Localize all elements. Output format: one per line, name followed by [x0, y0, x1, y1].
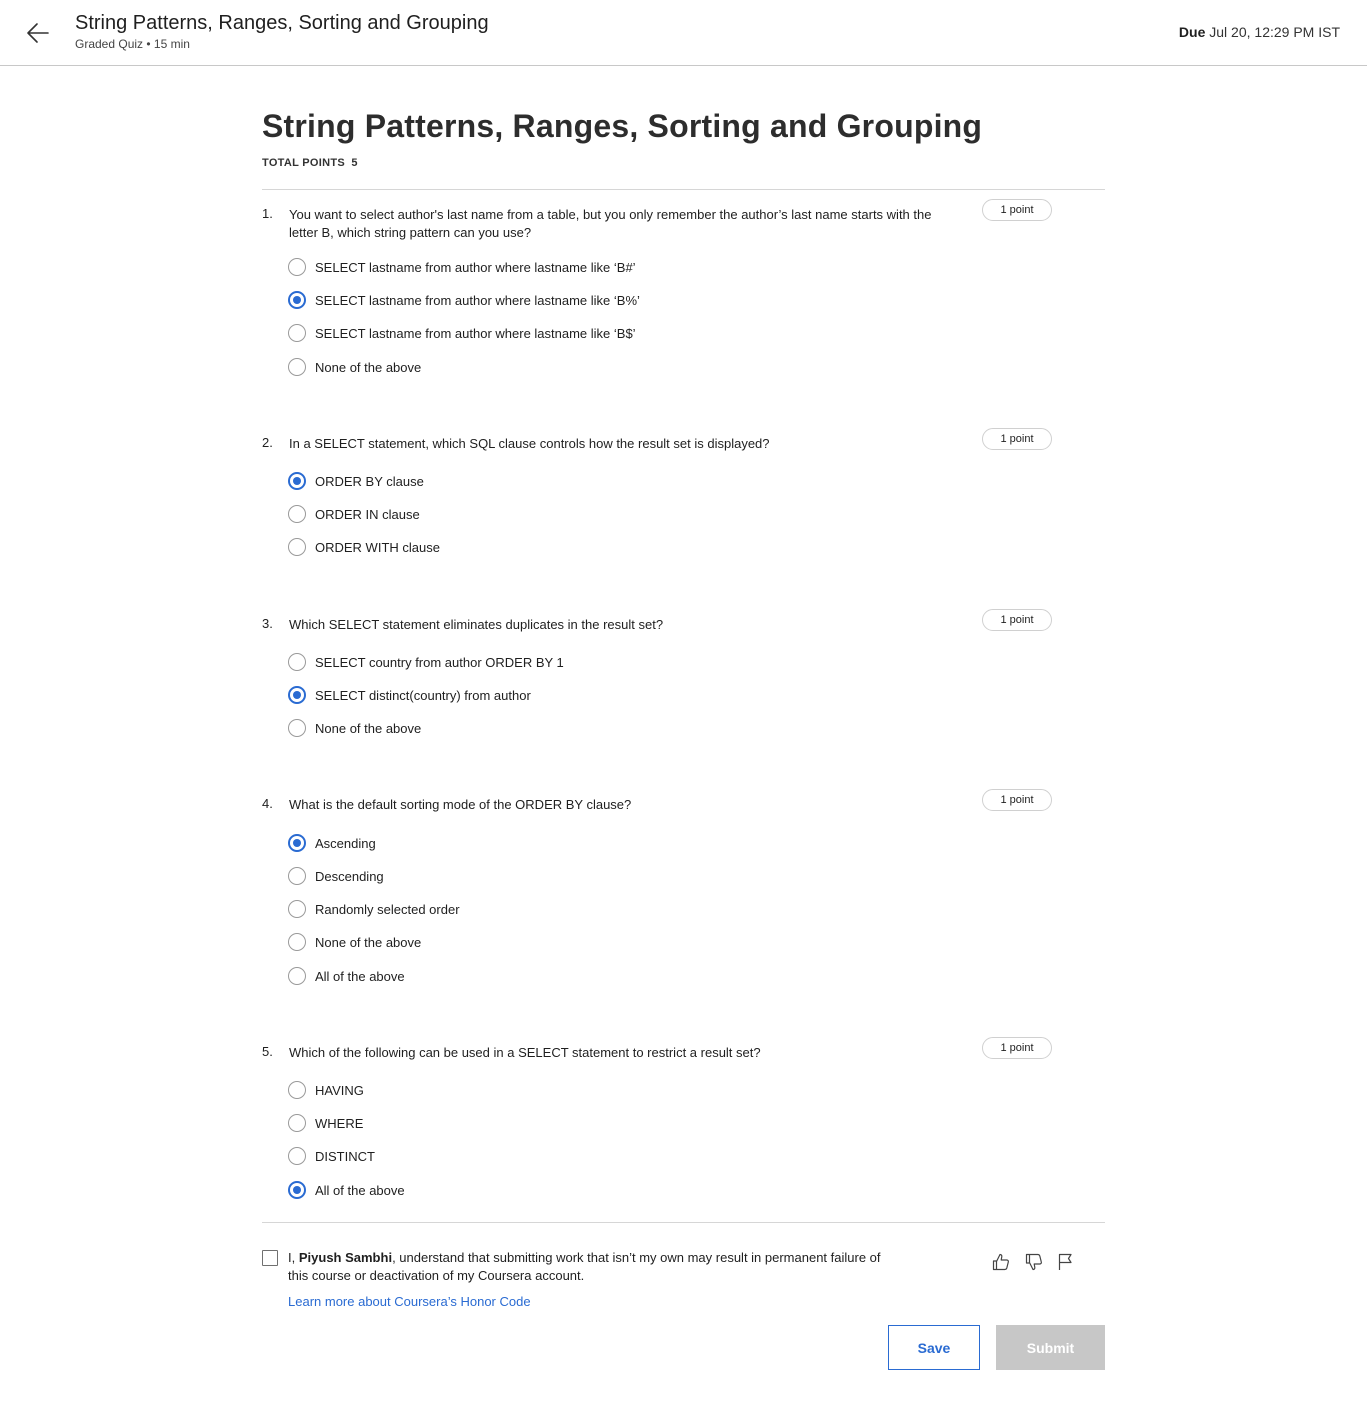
answer-option[interactable]: All of the above: [288, 966, 405, 986]
radio-button[interactable]: [288, 291, 306, 309]
option-label: SELECT lastname from author where lastna…: [315, 259, 636, 275]
question-text: Which of the following can be used in a …: [289, 1045, 761, 1060]
question-number: 1.: [262, 206, 273, 221]
divider: [262, 189, 1105, 190]
radio-button[interactable]: [288, 1147, 306, 1165]
honor-code-statement: I, Piyush Sambhi, understand that submit…: [288, 1249, 898, 1285]
flag-icon[interactable]: [1056, 1252, 1076, 1272]
radio-button[interactable]: [288, 1181, 306, 1199]
radio-button[interactable]: [288, 686, 306, 704]
due-value: Jul 20, 12:29 PM IST: [1209, 24, 1340, 40]
top-bar: String Patterns, Ranges, Sorting and Gro…: [0, 0, 1367, 66]
question-text: In a SELECT statement, which SQL clause …: [289, 436, 770, 451]
answer-option[interactable]: All of the above: [288, 1180, 405, 1200]
header-title: String Patterns, Ranges, Sorting and Gro…: [75, 12, 489, 34]
option-label: SELECT country from author ORDER BY 1: [315, 654, 564, 670]
option-label: ORDER IN clause: [315, 506, 420, 522]
thumbs-down-icon[interactable]: [1024, 1252, 1044, 1272]
radio-button[interactable]: [288, 258, 306, 276]
thumbs-up-icon[interactable]: [991, 1252, 1011, 1272]
points-badge: 1 point: [982, 1037, 1052, 1059]
total-points: TOTAL POINTS 5: [262, 157, 358, 169]
option-label: All of the above: [315, 1182, 405, 1198]
total-points-label: TOTAL POINTS: [262, 157, 346, 169]
submit-button[interactable]: Submit: [996, 1325, 1105, 1370]
answer-option[interactable]: Ascending: [288, 833, 376, 853]
option-label: Randomly selected order: [315, 901, 460, 917]
option-label: DISTINCT: [315, 1148, 375, 1164]
answer-option[interactable]: ORDER BY clause: [288, 471, 424, 491]
option-label: HAVING: [315, 1082, 364, 1098]
option-label: SELECT lastname from author where lastna…: [315, 325, 636, 341]
page-title: String Patterns, Ranges, Sorting and Gro…: [262, 108, 983, 144]
radio-button[interactable]: [288, 834, 306, 852]
option-label: Descending: [315, 868, 384, 884]
answer-option[interactable]: HAVING: [288, 1080, 364, 1100]
radio-button[interactable]: [288, 867, 306, 885]
option-label: SELECT distinct(country) from author: [315, 687, 531, 703]
answer-option[interactable]: DISTINCT: [288, 1146, 375, 1166]
answer-option[interactable]: None of the above: [288, 357, 421, 377]
radio-button[interactable]: [288, 900, 306, 918]
option-label: None of the above: [315, 359, 422, 375]
total-points-value: 5: [351, 157, 358, 169]
option-label: SELECT lastname from author where lastna…: [315, 292, 640, 308]
question-text: Which SELECT statement eliminates duplic…: [289, 617, 664, 632]
radio-button[interactable]: [288, 653, 306, 671]
option-label: ORDER WITH clause: [315, 539, 440, 555]
radio-button[interactable]: [288, 933, 306, 951]
answer-option[interactable]: ORDER WITH clause: [288, 537, 440, 557]
question-text: What is the default sorting mode of the …: [289, 797, 632, 812]
honor-code-link[interactable]: Learn more about Coursera’s Honor Code: [288, 1294, 531, 1309]
answer-option[interactable]: Randomly selected order: [288, 899, 460, 919]
answer-option[interactable]: ORDER IN clause: [288, 504, 420, 524]
answer-option[interactable]: SELECT country from author ORDER BY 1: [288, 652, 564, 672]
back-arrow-icon[interactable]: [24, 19, 52, 47]
radio-button[interactable]: [288, 324, 306, 342]
option-label: None of the above: [315, 720, 422, 736]
header-subtitle: Graded Quiz • 15 min: [75, 37, 190, 51]
radio-button[interactable]: [288, 538, 306, 556]
learner-name: Piyush Sambhi: [298, 1250, 393, 1265]
radio-button[interactable]: [288, 505, 306, 523]
answer-option[interactable]: SELECT lastname from author where lastna…: [288, 323, 636, 343]
save-button[interactable]: Save: [888, 1325, 980, 1370]
answer-option[interactable]: WHERE: [288, 1113, 363, 1133]
radio-button[interactable]: [288, 472, 306, 490]
radio-button[interactable]: [288, 1114, 306, 1132]
question-number: 2.: [262, 435, 273, 450]
option-label: Ascending: [315, 835, 376, 851]
question-number: 5.: [262, 1044, 273, 1059]
radio-button[interactable]: [288, 358, 306, 376]
radio-button[interactable]: [288, 719, 306, 737]
answer-option[interactable]: None of the above: [288, 932, 421, 952]
question-number: 3.: [262, 616, 273, 631]
answer-option[interactable]: None of the above: [288, 718, 421, 738]
option-label: ORDER BY clause: [315, 473, 424, 489]
radio-button[interactable]: [288, 967, 306, 985]
points-badge: 1 point: [982, 428, 1052, 450]
due-date: Due Jul 20, 12:29 PM IST: [1179, 24, 1340, 40]
points-badge: 1 point: [982, 789, 1052, 811]
points-badge: 1 point: [982, 199, 1052, 221]
honor-prefix: I,: [288, 1250, 296, 1265]
question-number: 4.: [262, 796, 273, 811]
answer-option[interactable]: SELECT lastname from author where lastna…: [288, 290, 640, 310]
divider: [262, 1222, 1105, 1223]
question-text: You want to select author's last name fr…: [289, 207, 932, 240]
answer-option[interactable]: Descending: [288, 866, 384, 886]
option-label: All of the above: [315, 968, 405, 984]
points-badge: 1 point: [982, 609, 1052, 631]
answer-option[interactable]: SELECT lastname from author where lastna…: [288, 257, 636, 277]
due-label: Due: [1178, 24, 1206, 40]
option-label: WHERE: [315, 1115, 364, 1131]
honor-code-checkbox[interactable]: [262, 1250, 278, 1266]
answer-option[interactable]: SELECT distinct(country) from author: [288, 685, 531, 705]
option-label: None of the above: [315, 934, 422, 950]
radio-button[interactable]: [288, 1081, 306, 1099]
